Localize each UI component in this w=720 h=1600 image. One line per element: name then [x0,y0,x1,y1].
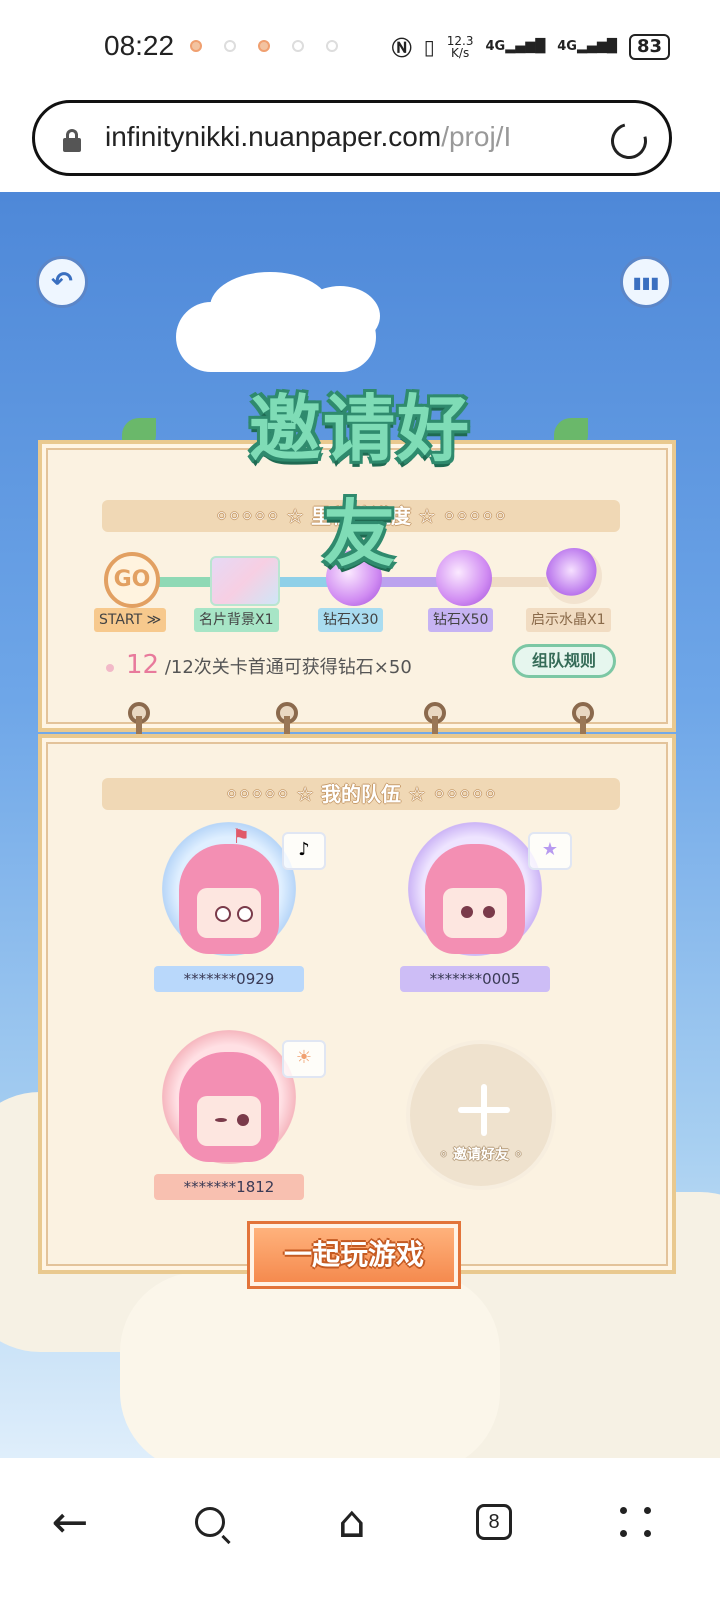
member-name: *******0005 [400,966,550,992]
battery-indicator: 83 [628,33,670,60]
milestone-label-card: 名片背景X1 [194,608,279,632]
play-together-button[interactable]: 一起玩游戏 [247,1221,461,1289]
team-panel: ◦◦◦◦◦ ☆ 我的队伍 ☆ ◦◦◦◦◦ [38,734,676,1274]
team-header: ◦◦◦◦◦ ☆ 我的队伍 ☆ ◦◦◦◦◦ [102,778,620,810]
member-name: *******1812 [154,1174,304,1200]
team-member-3[interactable]: ☀ *******1812 [154,1030,326,1200]
milestone-label-diamond30: 钻石X30 [318,608,384,632]
game-page: ↶ ▮▮▮ ◦◦◦◦◦ ☆ 里程碑进度 ☆ ◦◦◦◦◦ GO START ≫ 名… [0,192,720,1458]
status-bar: 08:22 Ⓝ ▯ 12.3 K/s 4G▂▄▆█ 4G▂▄▆█ 83 [0,0,720,96]
vibrate-icon: ▯ [423,34,435,59]
milestone-label-start: START ≫ [94,608,167,632]
team-rules-button[interactable]: 组队规则 [512,644,616,678]
back-arrow-icon[interactable]: ← [40,1492,100,1552]
progress-current: 12 [126,650,160,680]
address-bar[interactable]: infinitynikki.nuanpaper.com/proj/I [32,100,672,176]
more-menu-icon[interactable] [606,1492,666,1552]
notification-icons [190,40,338,52]
status-indicators: Ⓝ ▯ 12.3 K/s 4G▂▄▆█ 4G▂▄▆█ 83 [392,32,670,61]
team-member-1[interactable]: ♪ ⚑ *******0929 [154,822,326,992]
milestone-label-crystal: 启示水晶X1 [526,608,611,632]
member-name: *******0929 [154,966,304,992]
leader-flag-icon: ⚑ [232,824,250,848]
cloud-decoration [120,1272,500,1458]
url-text[interactable]: infinitynikki.nuanpaper.com/proj/I [105,121,585,161]
star-icon: ★ [528,832,572,870]
cloud-decoration [300,286,380,346]
sun-icon: ☀ [282,1040,326,1078]
reload-icon[interactable] [604,116,654,166]
team-member-2[interactable]: ★ *******0005 [400,822,572,992]
tabs-button[interactable]: 8 [464,1492,524,1552]
status-time: 08:22 [104,30,175,61]
milestone-label-diamond50: 钻石X50 [428,608,494,632]
invite-friend-label: ◦ 邀请好友 ◦ [439,1147,523,1163]
start-go-icon: GO [104,552,160,608]
back-button[interactable]: ↶ [36,256,88,308]
browser-bottom-nav: ← ⌂ 8 [0,1458,720,1600]
progress-text: 12 /12次关卡首通可获得钻石×50 [106,650,412,680]
tabs-count: 8 [476,1504,512,1540]
crystal-reward-icon [546,548,602,604]
nfc-icon: Ⓝ [391,36,412,60]
signal-icon-2: 4G▂▄▆█ [557,39,617,54]
network-speed: 12.3 K/s [446,33,474,60]
lock-icon [63,129,81,152]
search-icon[interactable] [180,1492,240,1552]
music-note-icon: ♪ [282,832,326,870]
music-toggle-button[interactable]: ▮▮▮ [620,256,672,308]
page-title: 邀请好友 [248,387,471,576]
signal-icon-1: 4G▂▄▆█ [485,39,546,54]
home-icon[interactable]: ⌂ [322,1492,382,1552]
invite-friend-button[interactable]: ◦ 邀请好友 ◦ [406,1040,556,1190]
